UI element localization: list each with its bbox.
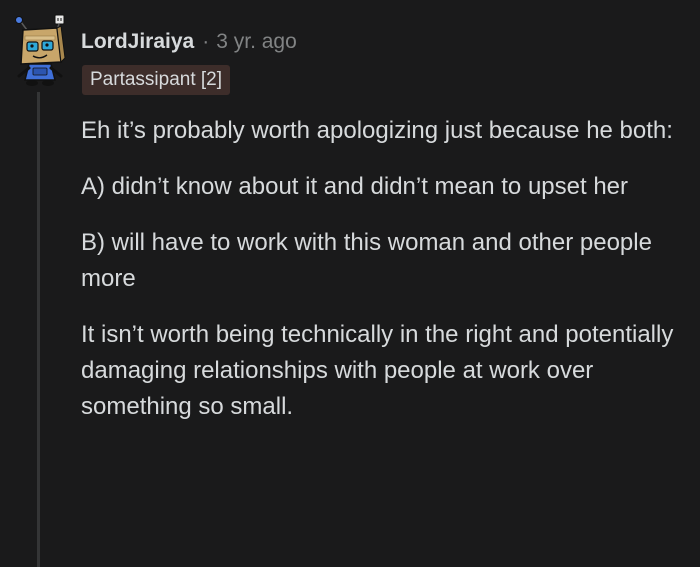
comment-paragraph: Eh it’s probably worth apologizing just … xyxy=(81,117,673,144)
timestamp-link[interactable]: 3 yr. ago xyxy=(216,30,297,54)
comment-paragraph: B) will have to work with this woman and… xyxy=(81,229,652,292)
user-flair: Partassipant [2] xyxy=(82,65,231,95)
user-avatar[interactable] xyxy=(11,14,69,88)
thread-line[interactable] xyxy=(37,92,40,567)
author-link[interactable]: LordJiraiya xyxy=(81,30,194,54)
flair-text: Partassipant [2] xyxy=(90,69,223,90)
comment-paragraph: It isn’t worth being technically in the … xyxy=(81,321,674,420)
meta-separator: · xyxy=(202,30,210,53)
comment-paragraph: A) didn’t know about it and didn’t mean … xyxy=(81,173,629,200)
comment-header: LordJiraiya · 3 yr. ago xyxy=(81,28,297,56)
comment-body: Eh it’s probably worth apologizing just … xyxy=(81,113,681,445)
comment: LordJiraiya · 3 yr. ago Partassipant [2]… xyxy=(0,0,700,567)
